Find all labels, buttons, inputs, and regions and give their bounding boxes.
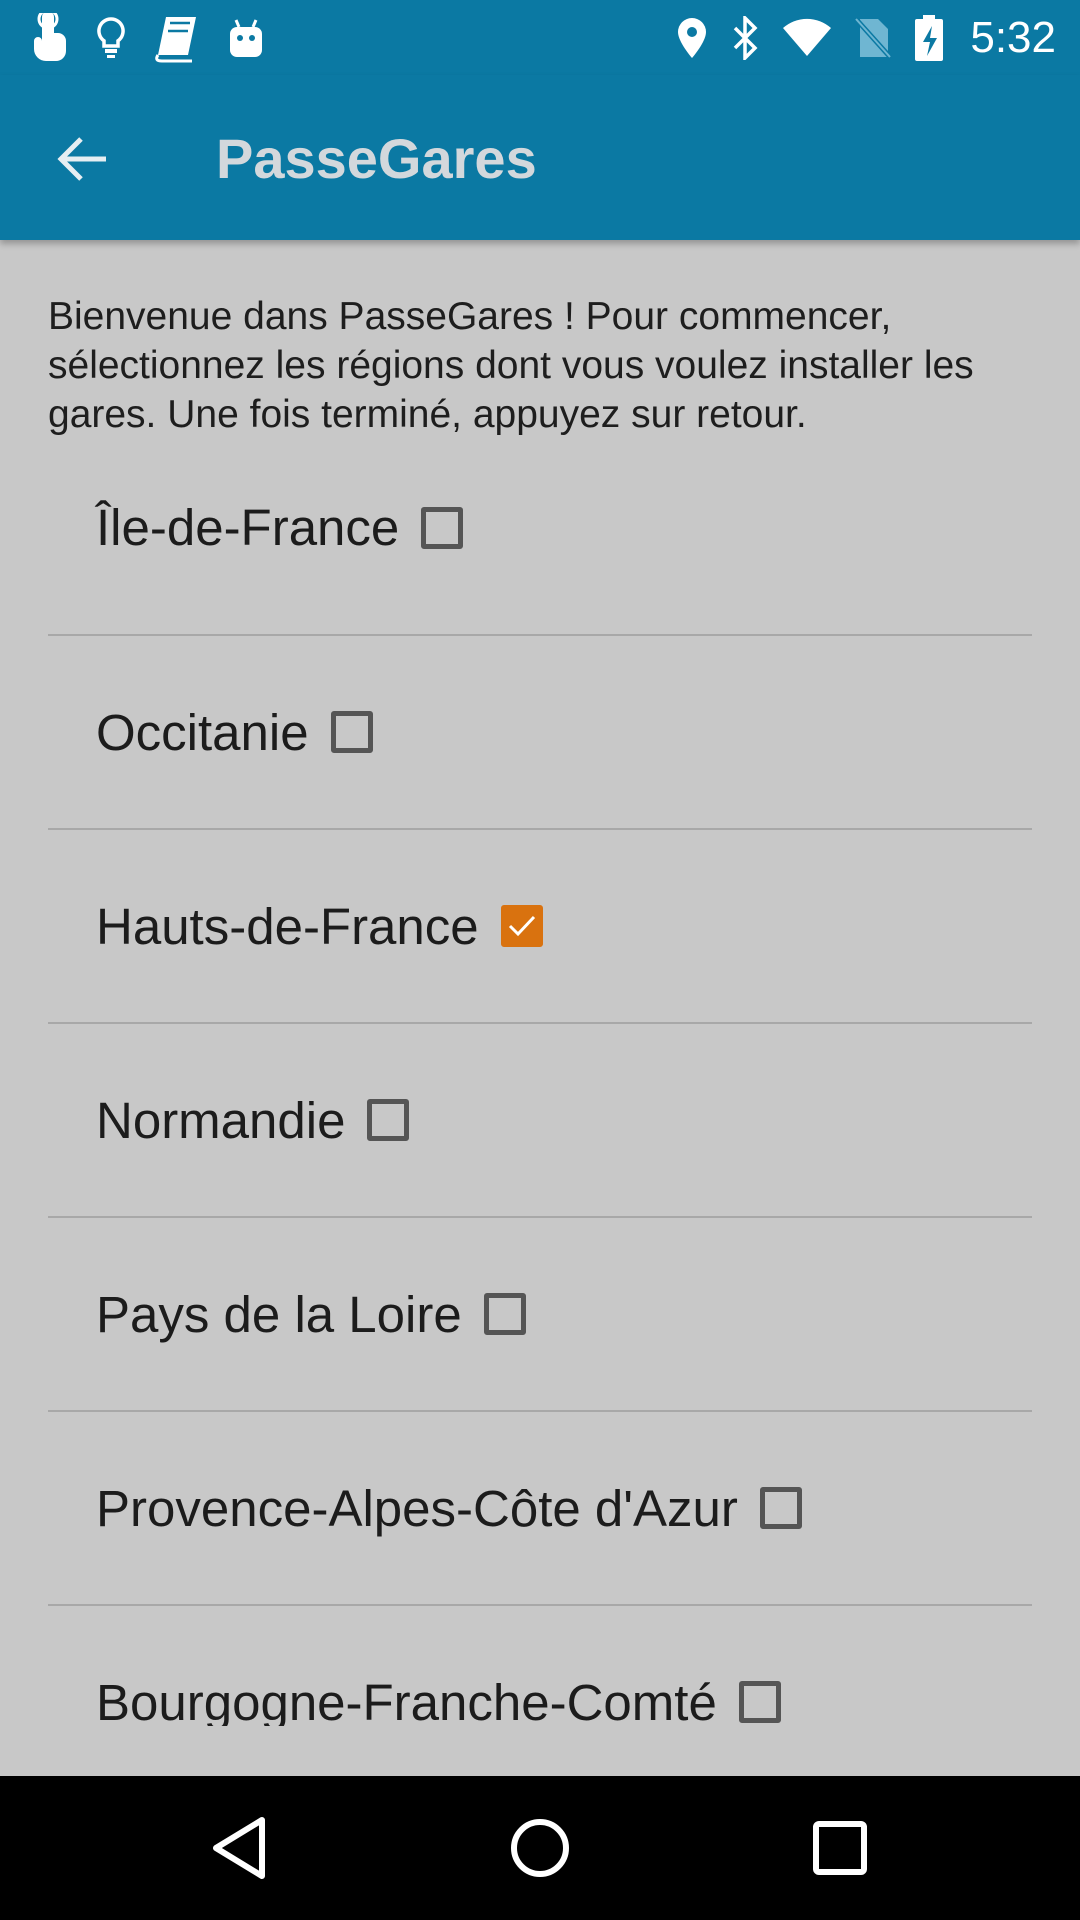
navigation-bar: [0, 1776, 1080, 1920]
wifi-icon: [782, 18, 832, 58]
back-triangle-icon: [213, 1817, 265, 1879]
region-checkbox[interactable]: [483, 1293, 526, 1335]
region-checkbox[interactable]: [500, 905, 543, 947]
region-checkbox[interactable]: [367, 1099, 410, 1141]
arrow-back-icon: [57, 137, 106, 181]
status-time: 5:32: [970, 12, 1056, 62]
home-circle-icon: [511, 1819, 569, 1877]
region-label: Occitanie: [96, 703, 309, 761]
screen: 5:32 PasseGares Bienvenue dans PasseGare…: [0, 0, 1080, 1920]
region-list: Île-de-France Occitanie Hauts-de-France: [48, 476, 1032, 1726]
list-item[interactable]: Hauts-de-France: [48, 830, 1032, 1024]
bluetooth-icon: [730, 15, 760, 60]
region-checkbox[interactable]: [738, 1681, 781, 1723]
region-label: Normandie: [96, 1091, 346, 1149]
list-item[interactable]: Bourgogne-Franche-Comté: [48, 1606, 1032, 1726]
nav-home-button[interactable]: [500, 1808, 580, 1888]
no-sim-icon: [854, 16, 893, 59]
battery-charging-icon: [914, 14, 944, 62]
nav-recents-button[interactable]: [800, 1808, 880, 1888]
status-bar: 5:32: [0, 0, 1080, 75]
nav-back-button[interactable]: [200, 1808, 280, 1888]
region-checkbox[interactable]: [421, 506, 464, 549]
app-bar: PasseGares: [0, 75, 1080, 240]
touch-icon: [28, 12, 70, 63]
region-label: Bourgogne-Franche-Comté: [96, 1673, 717, 1727]
region-label: Pays de la Loire: [96, 1285, 462, 1343]
notebook-icon: [152, 13, 202, 63]
list-item[interactable]: Normandie: [48, 1024, 1032, 1218]
list-item[interactable]: Île-de-France: [48, 476, 1032, 636]
status-left-icons: [28, 10, 264, 65]
region-label: Île-de-France: [96, 499, 400, 556]
lightbulb-icon: [96, 16, 126, 60]
region-label: Provence-Alpes-Côte d'Azur: [96, 1479, 738, 1537]
list-item[interactable]: Pays de la Loire: [48, 1218, 1032, 1412]
list-item[interactable]: Occitanie: [48, 636, 1032, 830]
main-content: Bienvenue dans PasseGares ! Pour commenc…: [0, 240, 1080, 1776]
location-icon: [676, 17, 708, 59]
back-button[interactable]: [40, 117, 124, 201]
page-title: PasseGares: [216, 127, 537, 190]
list-item[interactable]: Provence-Alpes-Côte d'Azur: [48, 1412, 1032, 1606]
android-icon: [228, 16, 264, 60]
recents-square-icon: [813, 1821, 867, 1875]
intro-text: Bienvenue dans PasseGares ! Pour commenc…: [48, 295, 974, 436]
region-checkbox[interactable]: [759, 1487, 802, 1529]
region-checkbox[interactable]: [330, 711, 373, 753]
region-label: Hauts-de-France: [96, 897, 479, 955]
status-right-icons: 5:32: [676, 10, 1056, 65]
